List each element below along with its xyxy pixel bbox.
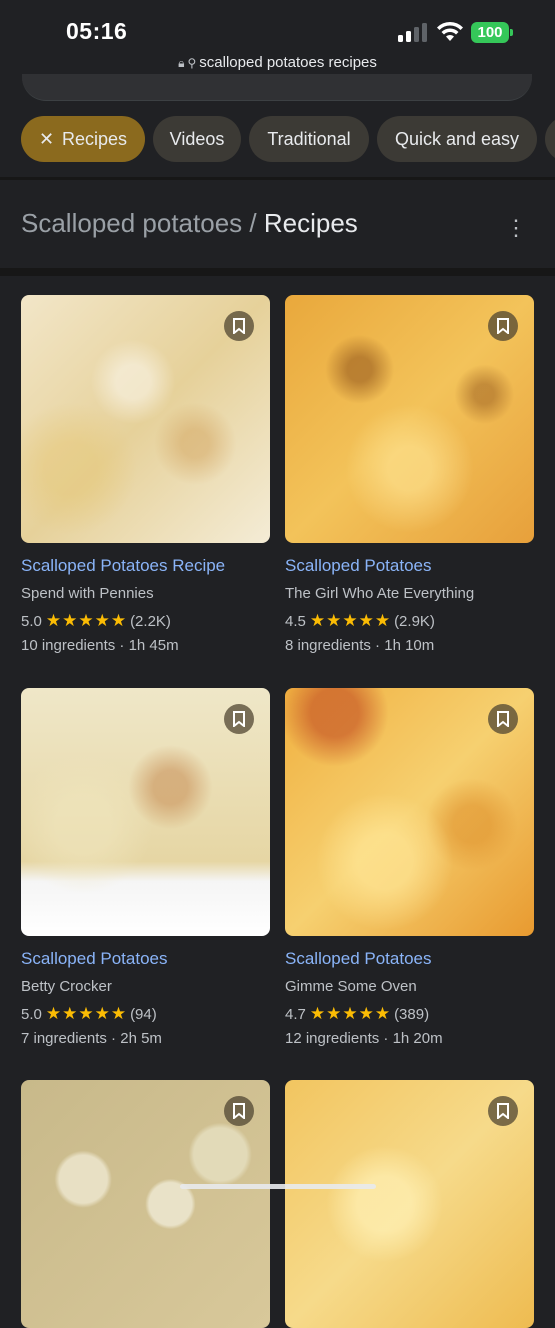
page-title: Scalloped potatoes / Recipes [21, 208, 358, 239]
review-count: (2.9K) [394, 613, 435, 630]
chip-label: Traditional [267, 129, 351, 149]
battery-tip [510, 29, 513, 36]
home-indicator[interactable] [180, 1184, 376, 1189]
bookmark-icon[interactable] [488, 1096, 518, 1126]
recipe-rating: 5.0 ★★★★★ (94) [21, 1004, 157, 1024]
rating-value: 4.5 [285, 613, 306, 630]
bookmark-icon[interactable] [488, 704, 518, 734]
recipe-meta: 10 ingredients · 1h 45m [21, 637, 179, 654]
chip-traditional[interactable]: Traditional [249, 116, 369, 162]
rating-value: 5.0 [21, 613, 42, 630]
recipe-title[interactable]: Scalloped Potatoes [285, 949, 432, 969]
search-icon: ⚲ [187, 56, 197, 70]
recipe-meta: 8 ingredients · 1h 10m [285, 637, 435, 654]
divider [0, 177, 555, 180]
bookmark-icon[interactable] [488, 311, 518, 341]
recipe-source: Spend with Pennies [21, 585, 154, 602]
recipe-image[interactable] [21, 1080, 270, 1328]
divider [0, 268, 555, 276]
review-count: (2.2K) [130, 613, 171, 630]
recipe-image[interactable] [285, 1080, 534, 1328]
recipe-image[interactable] [21, 688, 270, 936]
recipe-source: Gimme Some Oven [285, 978, 417, 995]
recipe-source: The Girl Who Ate Everything [285, 585, 475, 602]
recipe-image[interactable] [21, 295, 270, 543]
recipe-meta: 7 ingredients · 2h 5m [21, 1030, 162, 1047]
chip-recipes[interactable]: ✕ Recipes [21, 116, 145, 162]
chip-quick-and-easy[interactable]: Quick and easy [377, 116, 537, 162]
close-icon[interactable]: ✕ [39, 129, 54, 149]
bookmark-icon[interactable] [224, 704, 254, 734]
cellular-signal-icon [398, 22, 428, 42]
star-icon: ★★★★★ [309, 1004, 392, 1023]
recipe-rating: 4.7 ★★★★★ (389) [285, 1004, 429, 1024]
recipe-title[interactable]: Scalloped Potatoes Recipe [21, 556, 225, 576]
star-icon: ★★★★★ [45, 611, 128, 630]
chip-label: Quick and easy [394, 129, 520, 149]
chip-overflow[interactable] [545, 116, 555, 162]
breadcrumb-current: Recipes [263, 208, 358, 238]
recipe-rating: 4.5 ★★★★★ (2.9K) [285, 611, 435, 631]
chip-label: Videos [169, 129, 225, 149]
recipe-rating: 5.0 ★★★★★ (2.2K) [21, 611, 171, 631]
rating-value: 5.0 [21, 1006, 42, 1023]
review-count: (389) [394, 1006, 430, 1023]
address-bar[interactable]: 🔒︎ ⚲ scalloped potatoes recipes [0, 54, 555, 71]
lock-icon: 🔒︎ [178, 56, 185, 70]
status-time: 05:16 [66, 18, 128, 44]
recipe-image[interactable] [285, 688, 534, 936]
search-box[interactable] [22, 74, 532, 101]
recipe-meta: 12 ingredients · 1h 20m [285, 1030, 443, 1047]
url-text: scalloped potatoes recipes [199, 54, 377, 71]
recipe-title[interactable]: Scalloped Potatoes [285, 556, 432, 576]
chip-videos[interactable]: Videos [153, 116, 241, 162]
status-bar: 05:16 100 [0, 0, 555, 58]
filter-chips: ✕ Recipes Videos Traditional Quick and ea… [0, 116, 555, 164]
bookmark-icon[interactable] [224, 1096, 254, 1126]
rating-value: 4.7 [285, 1006, 306, 1023]
bookmark-icon[interactable] [224, 311, 254, 341]
battery-indicator: 100 [471, 22, 509, 43]
recipe-source: Betty Crocker [21, 978, 112, 995]
breadcrumb-separator: / [242, 208, 264, 238]
star-icon: ★★★★★ [309, 611, 392, 630]
star-icon: ★★★★★ [45, 1004, 128, 1023]
more-vert-icon[interactable]: ⋮ [504, 214, 528, 242]
recipe-title[interactable]: Scalloped Potatoes [21, 949, 168, 969]
chip-label: Recipes [62, 129, 128, 149]
review-count: (94) [130, 1006, 157, 1023]
recipe-image[interactable] [285, 295, 534, 543]
wifi-icon [437, 21, 463, 41]
breadcrumb-parent[interactable]: Scalloped potatoes [21, 208, 242, 238]
